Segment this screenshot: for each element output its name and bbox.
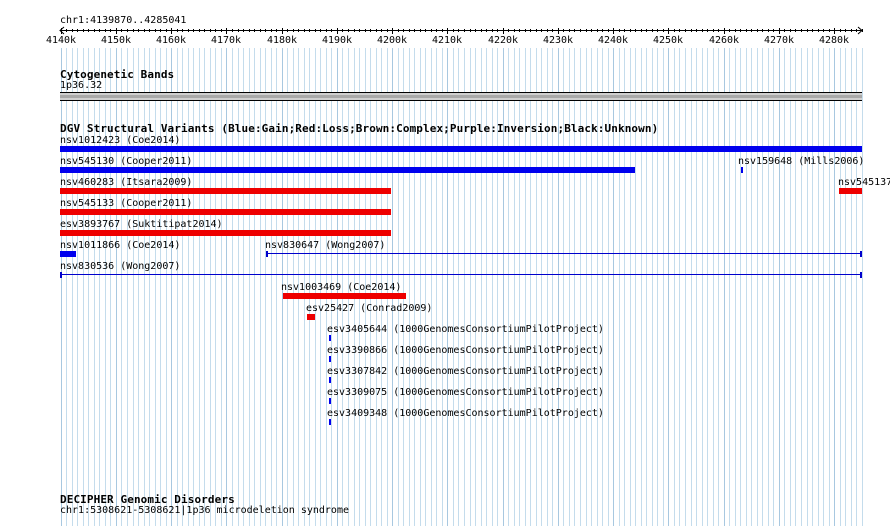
- gain-variant-bar[interactable]: [741, 167, 743, 173]
- ruler-tick-label: 4220k: [487, 35, 519, 46]
- loss-variant-bar[interactable]: [60, 230, 391, 236]
- dgv-feature-label[interactable]: esv3390866 (1000GenomesConsortiumPilotPr…: [327, 345, 604, 357]
- dgv-feature-label[interactable]: esv3405644 (1000GenomesConsortiumPilotPr…: [327, 324, 604, 336]
- loss-variant-bar[interactable]: [60, 188, 391, 194]
- variant-range-line[interactable]: [60, 272, 862, 278]
- gain-variant-bar[interactable]: [60, 146, 862, 152]
- ruler-position-label: chr1:4139870..4285041: [60, 15, 187, 26]
- ruler-right-arrow: [857, 26, 863, 35]
- tiny-variant-mark[interactable]: [329, 335, 331, 341]
- gain-variant-bar[interactable]: [60, 251, 76, 257]
- ruler-tick-label: 4240k: [597, 35, 629, 46]
- ruler-tick-label: 4150k: [100, 35, 132, 46]
- ruler-tick-label: 4250k: [652, 35, 684, 46]
- cytoband-label: 1p36.32: [60, 80, 103, 91]
- ruler-tick-label: 4270k: [763, 35, 795, 46]
- tiny-variant-mark[interactable]: [329, 419, 331, 425]
- ruler-tick-label: 4190k: [321, 35, 353, 46]
- ruler-tick-label: 4230k: [542, 35, 574, 46]
- dgv-track-title[interactable]: DGV Structural Variants (Blue:Gain;Red:L…: [60, 122, 658, 135]
- dgv-feature-label[interactable]: esv3307842 (1000GenomesConsortiumPilotPr…: [327, 366, 604, 378]
- ruler-tick-label: 4180k: [266, 35, 298, 46]
- decipher-entry[interactable]: chr1:5308621-5308621|1p36 microdeletion …: [60, 505, 349, 517]
- ruler-tick-label: 4210k: [431, 35, 463, 46]
- loss-variant-bar[interactable]: [283, 293, 406, 299]
- tiny-variant-mark[interactable]: [329, 356, 331, 362]
- ruler-tick-label: 4170k: [210, 35, 242, 46]
- tiny-variant-mark[interactable]: [329, 377, 331, 383]
- dgv-feature-label[interactable]: esv3409348 (1000GenomesConsortiumPilotPr…: [327, 408, 604, 420]
- ruler-left-arrow: [59, 26, 65, 35]
- variant-range-line[interactable]: [266, 251, 862, 257]
- ruler-tick-label: 4260k: [708, 35, 740, 46]
- loss-variant-bar[interactable]: [307, 314, 315, 320]
- ruler-tick-label: 4280k: [818, 35, 850, 46]
- ruler-tick-label: 4140k: [45, 35, 77, 46]
- tiny-variant-mark[interactable]: [329, 398, 331, 404]
- dgv-feature-label[interactable]: nsv159648 (Mills2006): [738, 156, 864, 168]
- cytoband-bar[interactable]: [60, 92, 862, 101]
- dgv-feature-label[interactable]: esv25427 (Conrad2009): [306, 303, 432, 315]
- loss-variant-bar[interactable]: [839, 188, 862, 194]
- ruler-tick-label: 4200k: [376, 35, 408, 46]
- loss-variant-bar[interactable]: [60, 209, 391, 215]
- dgv-feature-label[interactable]: esv3309075 (1000GenomesConsortiumPilotPr…: [327, 387, 604, 399]
- dgv-feature-label[interactable]: nsv1011866 (Coe2014): [60, 240, 180, 252]
- ruler-tick-label: 4160k: [155, 35, 187, 46]
- gain-variant-bar[interactable]: [60, 167, 635, 173]
